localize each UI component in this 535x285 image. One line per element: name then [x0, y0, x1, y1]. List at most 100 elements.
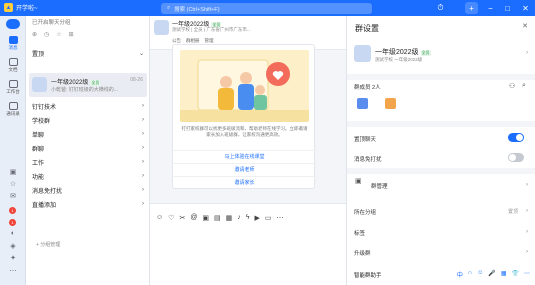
- notification-badge: 1: [9, 207, 16, 214]
- member-avatar[interactable]: [385, 98, 396, 109]
- invite-teacher-button[interactable]: 邀请老师: [173, 163, 316, 175]
- divider: [347, 168, 535, 174]
- app-switcher[interactable]: ▲ 开学啦~: [4, 3, 38, 12]
- pin-chat-label: 置顶聊天: [354, 137, 377, 143]
- message-input[interactable]: ☺ ♡ ✂ @ ▣ ▤ ▦ ♪ ϟ ▶ ▭ ⋯: [150, 203, 346, 285]
- chevron-right-icon[interactable]: ›: [526, 182, 528, 188]
- title-bar: ▲ 开学啦~ ⌕ 搜索 (Ctrl+Shift+F) ⏱ + − □ ✕: [0, 0, 535, 16]
- search-placeholder: 搜索 (Ctrl+Shift+F): [174, 6, 220, 13]
- mail-icon[interactable]: ✉: [7, 192, 19, 200]
- group-manage-label[interactable]: 群管理: [371, 182, 388, 190]
- shield-icon[interactable]: ◈: [7, 242, 19, 250]
- filter-icon[interactable]: ⊞: [69, 31, 74, 38]
- group-settings-panel: 群设置 ✕ 一年级2022级 全员 测试学校 一年级2022级 › 群成员 2人 …: [346, 16, 535, 285]
- chevron-right-icon[interactable]: ›: [526, 50, 528, 56]
- star-filter-icon[interactable]: ☆: [56, 31, 61, 38]
- video-icon[interactable]: ▶: [255, 214, 260, 222]
- ime-mic-icon[interactable]: 🎤: [488, 270, 495, 279]
- upgrade-label[interactable]: 升级群: [354, 249, 371, 257]
- chevron-right-icon: ›: [142, 173, 144, 179]
- invite-description: 打打家校群可以找更多班级流和、帮助老师在线学习。立即邀请家长加入班级群，让家校沟…: [181, 126, 308, 137]
- pin-chat-toggle[interactable]: [508, 133, 524, 142]
- star-icon[interactable]: ☆: [7, 180, 19, 188]
- group-location-value: 置顶: [507, 209, 518, 215]
- chevron-down-icon: ⌄: [138, 50, 144, 57]
- more-icon[interactable]: ⋯: [7, 267, 19, 275]
- group-location-label[interactable]: 所在分组: [354, 208, 376, 216]
- group-avatar[interactable]: [354, 45, 371, 62]
- ime-moon-icon[interactable]: ∩: [468, 270, 472, 279]
- group-name: 一年级2022级: [375, 49, 419, 56]
- close-button[interactable]: ✕: [519, 2, 532, 14]
- category-item[interactable]: 功能 ›: [32, 170, 144, 182]
- category-pinned[interactable]: 置顶 ⌄: [32, 47, 144, 59]
- ime-skin-icon[interactable]: 👕: [512, 270, 519, 279]
- search-box[interactable]: ⌕ 搜索 (Ctrl+Shift+F): [161, 3, 372, 14]
- category-item[interactable]: 钉钉技术 ›: [32, 100, 144, 112]
- org-logo-icon: ▲: [4, 3, 13, 12]
- org-name: 开学啦~: [16, 6, 38, 12]
- group-avatar[interactable]: [154, 20, 169, 35]
- category-item[interactable]: 单聊 ›: [32, 128, 144, 140]
- minimize-button[interactable]: −: [484, 2, 497, 14]
- emoji-icon[interactable]: ☺: [156, 214, 163, 222]
- ime-emoji-icon[interactable]: ☺: [477, 270, 483, 279]
- folder-icon[interactable]: ▤: [214, 214, 221, 222]
- manage-avatar: ▣: [355, 178, 362, 185]
- tags-label[interactable]: 标签: [354, 229, 365, 237]
- group-assistant-label[interactable]: 智能群助手: [354, 271, 382, 279]
- mic-icon[interactable]: ♪: [237, 214, 241, 222]
- calendar-icon[interactable]: ▣: [7, 168, 19, 176]
- at-icon[interactable]: @: [190, 214, 197, 222]
- add-button[interactable]: +: [465, 2, 478, 14]
- doc-icon[interactable]: ▭: [265, 214, 272, 222]
- left-nav: 消息 文档 工作台 通讯录 ▣ ☆ ✉ 1 1 ◐ ◈ ✦ ⋯: [0, 16, 26, 285]
- user-avatar[interactable]: [6, 19, 20, 29]
- chevron-right-icon[interactable]: ›: [526, 208, 528, 214]
- time-icon[interactable]: ◷: [44, 31, 49, 38]
- bell-icon[interactable]: ◐: [7, 230, 19, 238]
- search-icon: ⌕: [167, 5, 171, 11]
- conversation-item[interactable]: 一年级2022级 全员 小乾爸: 钉钉班级的大横线的... 08-26: [29, 73, 147, 97]
- nav-messages[interactable]: 消息: [2, 36, 24, 51]
- nav-docs[interactable]: 文档: [2, 58, 24, 73]
- maximize-button[interactable]: □: [501, 2, 514, 14]
- more-icon[interactable]: ⋯: [277, 214, 284, 222]
- add-member-icon[interactable]: ⚇: [509, 82, 515, 90]
- conversation-preview: 小乾爸: 钉钉班级的大横线的...: [51, 87, 118, 93]
- conversation-list: 已开启聊天分组 ⊕ ◷ ☆ ⊞ 置顶 ⌄ 一年级2022级 全员 小乾爸: 钉钉班级…: [26, 16, 150, 285]
- sort-icon[interactable]: ⊕: [32, 31, 37, 38]
- divider: [347, 74, 535, 80]
- chat-icon: [8, 36, 18, 44]
- category-item[interactable]: 群聊 ›: [32, 142, 144, 154]
- mute-toggle[interactable]: [508, 153, 524, 162]
- chevron-right-icon[interactable]: ›: [526, 249, 528, 255]
- nav-contacts[interactable]: 通讯录: [2, 102, 24, 117]
- calendar-icon[interactable]: ▦: [226, 214, 233, 222]
- manage-groups-link[interactable]: + 分组管理: [36, 241, 60, 248]
- ime-more-icon[interactable]: ⋯: [524, 270, 530, 279]
- apps-icon[interactable]: ✦: [7, 254, 19, 262]
- nav-workbench[interactable]: 工作台: [2, 80, 24, 95]
- member-avatar[interactable]: [357, 98, 368, 109]
- try-online-class-button[interactable]: 马上体验在线课堂: [173, 150, 316, 162]
- category-item[interactable]: 工作 ›: [32, 156, 144, 168]
- scissors-icon[interactable]: ✂: [179, 214, 185, 222]
- image-icon[interactable]: ▣: [202, 214, 209, 222]
- ime-keyboard-icon[interactable]: ▦: [501, 270, 507, 279]
- flash-icon[interactable]: ϟ: [246, 214, 250, 222]
- category-item[interactable]: 直播添加 ›: [32, 198, 144, 210]
- ime-toolbar: 中 ∩ ☺ 🎤 ▦ 👕 ⋯: [457, 270, 530, 279]
- ime-lang-icon[interactable]: 中: [457, 270, 463, 279]
- category-item[interactable]: 学校群 ›: [32, 114, 144, 126]
- chevron-right-icon[interactable]: ›: [526, 229, 528, 235]
- chevron-right-icon: ›: [142, 201, 144, 207]
- panel-footer: 智能群助手 中 ∩ ☺ 🎤 ▦ 👕 ⋯: [347, 264, 535, 285]
- category-item[interactable]: 消息免打扰 ›: [32, 184, 144, 196]
- history-button[interactable]: ⏱: [434, 2, 447, 14]
- search-member-icon[interactable]: ⌕: [522, 82, 526, 90]
- notification-badge: 1: [9, 219, 16, 226]
- close-icon[interactable]: ✕: [522, 22, 528, 30]
- like-icon[interactable]: ♡: [168, 214, 174, 222]
- invite-parent-button[interactable]: 邀请家长: [173, 176, 316, 188]
